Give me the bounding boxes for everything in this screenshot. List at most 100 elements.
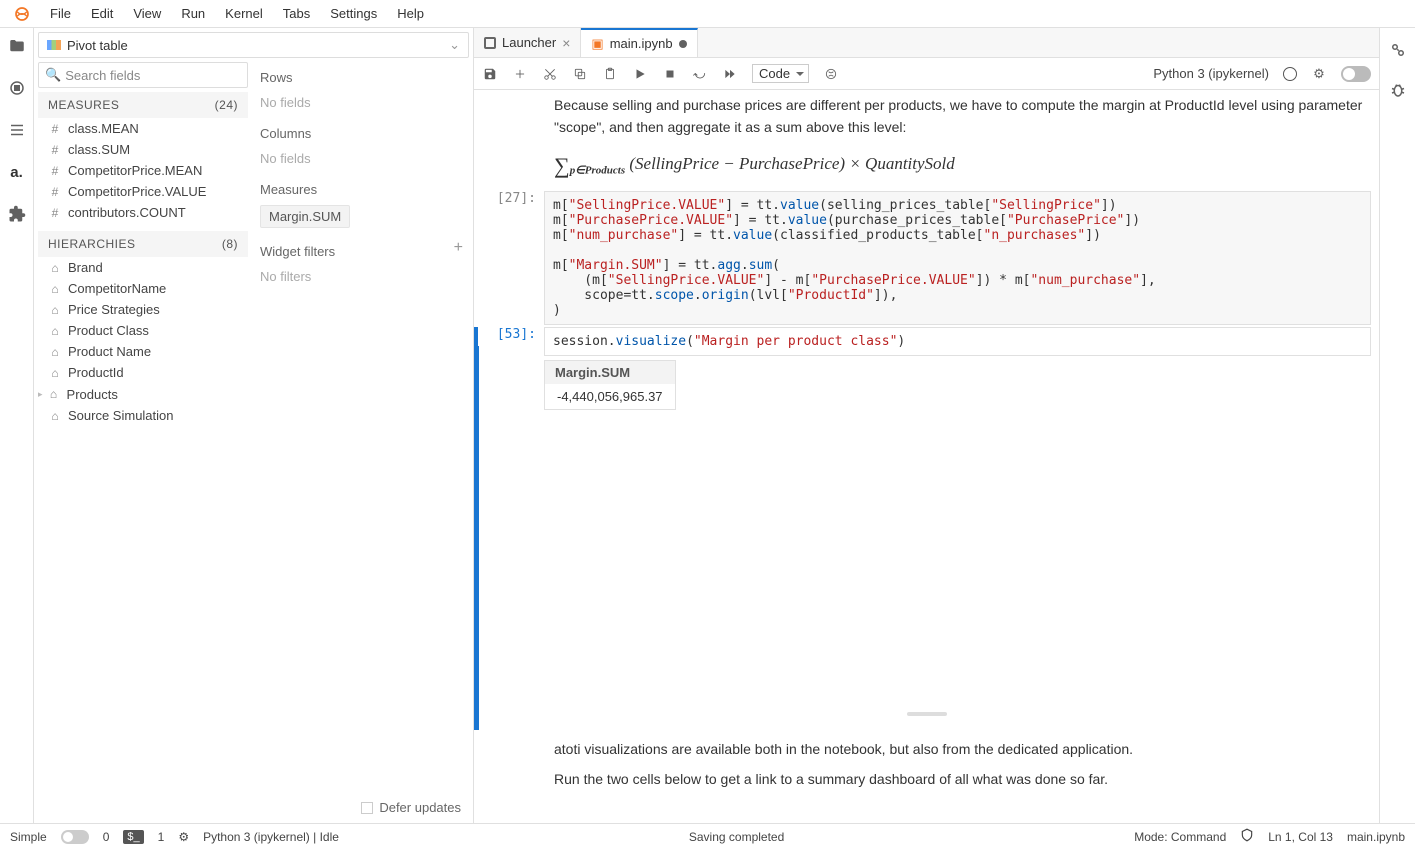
- measure-item[interactable]: #CompetitorPrice.MEAN: [38, 160, 248, 181]
- cell-type-select[interactable]: Code: [752, 64, 809, 83]
- restart-icon[interactable]: [692, 66, 708, 82]
- tab-bar: Launcher × ▣ main.ipynb: [474, 28, 1379, 58]
- menu-tabs[interactable]: Tabs: [273, 2, 320, 25]
- cut-icon[interactable]: [542, 66, 558, 82]
- hierarchy-icon: ⌂: [48, 366, 62, 380]
- render-icon[interactable]: [823, 66, 839, 82]
- property-inspector-icon[interactable]: [1388, 40, 1408, 60]
- measures-header: MEASURES(24): [38, 92, 248, 118]
- copy-icon[interactable]: [572, 66, 588, 82]
- kernel-status[interactable]: Python 3 (ipykernel) | Idle: [203, 830, 339, 844]
- search-input[interactable]: 🔍 Search fields: [38, 62, 248, 88]
- extensions-icon[interactable]: [7, 204, 27, 224]
- search-placeholder: Search fields: [65, 68, 140, 83]
- menu-settings[interactable]: Settings: [320, 2, 387, 25]
- menu-kernel[interactable]: Kernel: [215, 2, 273, 25]
- fast-forward-icon[interactable]: [722, 66, 738, 82]
- kernel-name[interactable]: Python 3 (ipykernel): [1153, 66, 1269, 81]
- math-formula: ∑p∈Products (SellingPrice − PurchasePric…: [474, 143, 1379, 189]
- markdown-cell: Because selling and purchase prices are …: [474, 90, 1379, 143]
- folder-icon[interactable]: [7, 36, 27, 56]
- measure-item[interactable]: #class.MEAN: [38, 118, 248, 139]
- hierarchy-item[interactable]: ▸⌂Products: [38, 383, 248, 405]
- menu-view[interactable]: View: [123, 2, 171, 25]
- saving-status: Saving completed: [689, 830, 784, 844]
- cursor-position[interactable]: Ln 1, Col 13: [1268, 830, 1333, 844]
- menu-file[interactable]: File: [40, 2, 81, 25]
- markdown-cell: atoti visualizations are available both …: [474, 734, 1379, 764]
- tab-main[interactable]: ▣ main.ipynb: [581, 28, 697, 57]
- chevron-down-icon[interactable]: ⌄: [449, 37, 460, 53]
- add-cell-icon[interactable]: [512, 66, 528, 82]
- code-input[interactable]: session.visualize("Margin per product cl…: [544, 327, 1371, 356]
- defer-updates[interactable]: Defer updates: [361, 800, 461, 815]
- save-icon[interactable]: [482, 66, 498, 82]
- toc-icon[interactable]: [7, 120, 27, 140]
- kernel-status-icon[interactable]: [1283, 67, 1297, 81]
- measures-list: #class.MEAN #class.SUM #CompetitorPrice.…: [38, 118, 248, 231]
- run-icon[interactable]: [632, 66, 648, 82]
- code-cell-27[interactable]: [27]: m["SellingPrice.VALUE"] = tt.value…: [474, 191, 1371, 325]
- code-input[interactable]: m["SellingPrice.VALUE"] = tt.value(selli…: [544, 191, 1371, 325]
- terminal-icon[interactable]: $_: [123, 830, 143, 844]
- kernel-settings-icon[interactable]: ⚙: [1311, 66, 1327, 82]
- filters-zone[interactable]: No filters: [260, 269, 463, 284]
- measure-item[interactable]: #class.SUM: [38, 139, 248, 160]
- debugger-toggle[interactable]: [1341, 66, 1371, 82]
- left-rail: a.: [0, 28, 34, 823]
- columns-zone[interactable]: No fields: [260, 151, 463, 166]
- close-icon[interactable]: ×: [562, 35, 570, 51]
- jupyter-logo[interactable]: [12, 4, 32, 24]
- hierarchy-item[interactable]: ⌂Price Strategies: [38, 299, 248, 320]
- hierarchies-list: ⌂Brand ⌂CompetitorName ⌂Price Strategies…: [38, 257, 248, 819]
- add-filter-button[interactable]: +: [454, 239, 463, 257]
- simple-mode-toggle[interactable]: [61, 830, 89, 844]
- hash-icon: #: [48, 143, 62, 157]
- markdown-cell: Run the two cells below to get a link to…: [474, 764, 1379, 794]
- hierarchy-item[interactable]: ⌂Source Simulation: [38, 405, 248, 426]
- pivot-table-icon: [47, 40, 61, 50]
- active-cell-indicator: [474, 346, 479, 730]
- hash-icon: #: [48, 206, 62, 220]
- active-kernels-count[interactable]: 0: [103, 830, 110, 844]
- hierarchy-item[interactable]: ⌂Brand: [38, 257, 248, 278]
- running-icon[interactable]: [7, 78, 27, 98]
- rows-zone-label: Rows: [260, 70, 463, 85]
- terminals-count[interactable]: 1: [158, 830, 165, 844]
- output-value: -4,440,056,965.37: [545, 384, 675, 409]
- hierarchy-icon: ⌂: [48, 261, 62, 275]
- trusted-icon[interactable]: [1240, 828, 1254, 845]
- stop-icon[interactable]: [662, 66, 678, 82]
- prompt: [27]:: [474, 191, 544, 325]
- measure-item[interactable]: #CompetitorPrice.VALUE: [38, 181, 248, 202]
- menu-help[interactable]: Help: [387, 2, 434, 25]
- tab-launcher[interactable]: Launcher ×: [474, 28, 581, 57]
- defer-checkbox[interactable]: [361, 802, 373, 814]
- rows-zone[interactable]: No fields: [260, 95, 463, 110]
- hierarchy-icon: ⌂: [48, 409, 62, 423]
- menubar: File Edit View Run Kernel Tabs Settings …: [0, 0, 1415, 28]
- hierarchy-item[interactable]: ⌂Product Class: [38, 320, 248, 341]
- debugger-icon[interactable]: [1388, 80, 1408, 100]
- measure-chip[interactable]: Margin.SUM: [260, 205, 350, 228]
- code-cell-53[interactable]: [53]: session.visualize("Margin per prod…: [474, 327, 1371, 356]
- atoti-icon[interactable]: a.: [7, 162, 27, 182]
- menu-edit[interactable]: Edit: [81, 2, 123, 25]
- pivot-header[interactable]: Pivot table ⌄: [38, 32, 469, 58]
- pivot-panel: Pivot table ⌄ 🔍 Search fields MEASURES(2…: [34, 28, 474, 823]
- editor-mode[interactable]: Mode: Command: [1134, 830, 1226, 844]
- resize-grip[interactable]: [907, 712, 947, 716]
- unsaved-indicator: [679, 40, 687, 48]
- menu-run[interactable]: Run: [171, 2, 215, 25]
- hierarchy-item[interactable]: ⌂CompetitorName: [38, 278, 248, 299]
- lsp-icon[interactable]: ⚙: [178, 830, 189, 844]
- measure-item[interactable]: #contributors.COUNT: [38, 202, 248, 223]
- current-file[interactable]: main.ipynb: [1347, 830, 1405, 844]
- measures-zone-label: Measures: [260, 182, 463, 197]
- hierarchy-item[interactable]: ⌂ProductId: [38, 362, 248, 383]
- hash-icon: #: [48, 122, 62, 136]
- hierarchy-item[interactable]: ⌂Product Name: [38, 341, 248, 362]
- notebook-body[interactable]: Because selling and purchase prices are …: [474, 90, 1379, 823]
- notebook-icon: ▣: [591, 36, 603, 52]
- paste-icon[interactable]: [602, 66, 618, 82]
